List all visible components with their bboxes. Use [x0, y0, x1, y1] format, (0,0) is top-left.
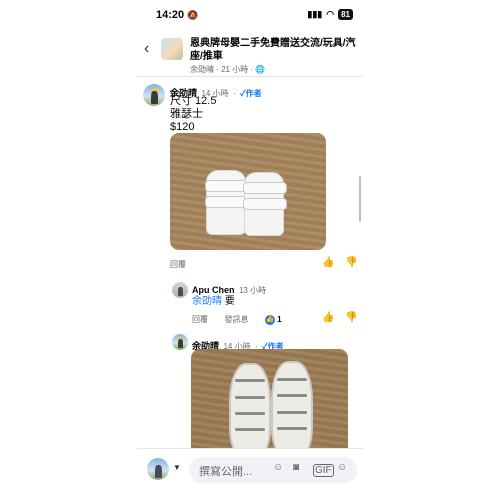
phone-screen: 14:20 🔕 ▮▮▮ ◠ 81 ‹ 恩典牌母嬰二手免費贈送交流/玩具/汽座/推… [137, 0, 363, 500]
gif-icon[interactable]: GIF [313, 464, 334, 477]
right-shoe [243, 172, 287, 236]
comment-body: 尺寸 12.5 雅瑟士 $120 [170, 95, 216, 134]
camera-icon[interactable]: ◙ [293, 462, 299, 473]
comment-line-brand: 雅瑟士 [170, 108, 203, 120]
comment-placeholder: 撰寫公開... [199, 466, 253, 478]
reaction-count[interactable]: 1 [277, 315, 281, 324]
comment-actions: 回覆 [170, 259, 186, 270]
dislike-icon[interactable]: 👎 [345, 257, 357, 268]
wifi-icon: ◠ [326, 9, 335, 19]
emoji-icon[interactable]: ☺ [337, 462, 347, 473]
mention-link[interactable]: 余劭晴 [192, 296, 222, 307]
post-meta: 余劭晴 · 21 小時 · 🌐 [190, 65, 266, 74]
shoe-photo-front[interactable] [170, 133, 326, 250]
silent-bell-icon: 🔕 [187, 10, 199, 20]
comment-input[interactable]: 撰寫公開... ☺ ◙ GIF ☺ [189, 457, 357, 483]
avatar[interactable] [172, 334, 188, 350]
like-icon[interactable]: 👍 [322, 257, 334, 268]
right-sole [271, 361, 313, 457]
reply-body: 余劭晴 要 [192, 292, 235, 307]
reply-button[interactable]: 回覆 [170, 260, 186, 269]
status-time: 14:20 [156, 9, 185, 21]
reply-age: 13 小時 [238, 286, 267, 295]
status-bar: 14:20 🔕 ▮▮▮ ◠ 81 [137, 9, 363, 25]
message-button[interactable]: 發訊息 [224, 315, 248, 324]
reply-button[interactable]: 回覆 [192, 315, 208, 324]
left-sole [229, 363, 271, 457]
avatar-sticker-icon[interactable]: ☺ [273, 462, 283, 473]
author-badge: ✓作者 [240, 89, 262, 98]
group-thumbnail[interactable] [161, 38, 183, 60]
globe-icon: 🌐 [255, 65, 266, 74]
avatar[interactable] [143, 84, 165, 106]
post-header: ‹ 恩典牌母嬰二手免費贈送交流/玩具/汽座/推車 余劭晴 · 21 小時 · 🌐 [137, 32, 363, 77]
chevron-down-icon[interactable]: ▼ [173, 463, 181, 472]
comment-line-size: 尺寸 12.5 [170, 95, 217, 107]
battery-indicator: 81 [338, 9, 353, 20]
shoe-photo-soles[interactable] [191, 349, 348, 459]
like-icon[interactable]: 👍 [322, 312, 334, 323]
scrollbar[interactable] [359, 176, 361, 222]
back-button[interactable]: ‹ [144, 40, 149, 58]
left-shoe [205, 170, 249, 235]
reply-text: 要 [224, 296, 235, 307]
post-age: 21 小時 [221, 65, 249, 74]
reply-actions: 回覆 發訊息 👍 1 [192, 314, 282, 325]
post-author[interactable]: 余劭晴 [190, 65, 214, 74]
avatar[interactable] [172, 282, 188, 298]
group-title[interactable]: 恩典牌母嬰二手免費贈送交流/玩具/汽座/推車 [190, 37, 360, 63]
dislike-icon[interactable]: 👎 [345, 312, 357, 323]
avatar[interactable] [147, 458, 169, 480]
composer-bar: ▼ 撰寫公開... ☺ ◙ GIF ☺ [137, 448, 363, 500]
like-reaction-icon: 👍 [264, 314, 275, 325]
signal-icon: ▮▮▮ [307, 9, 323, 19]
